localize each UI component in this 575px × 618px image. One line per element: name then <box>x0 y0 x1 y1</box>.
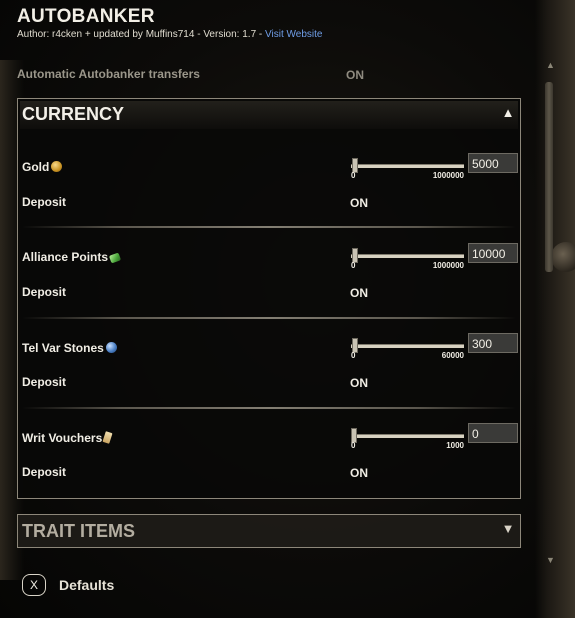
writ-vouchers-label: Writ Vouchers <box>22 431 103 445</box>
tel-var-deposit-label: Deposit <box>22 375 67 389</box>
writ-vouchers-label-row: Writ Vouchers <box>22 431 113 445</box>
gold-slider-min: 0 <box>351 171 356 180</box>
writ-vouchers-slider-max: 1000 <box>446 441 464 450</box>
gold-slider[interactable]: 0 1000000 <box>351 156 464 180</box>
trait-items-section[interactable]: TRAIT ITEMS ▼ <box>17 514 521 548</box>
alliance-points-deposit-label: Deposit <box>22 285 67 299</box>
tel-var-deposit-toggle[interactable]: ON <box>350 376 368 390</box>
addon-meta: Author: r4cken + updated by Muffins714 -… <box>17 29 322 40</box>
tel-var-slider-track[interactable] <box>351 344 464 348</box>
gold-amount-input[interactable] <box>468 153 518 173</box>
writ-vouchers-deposit-label: Deposit <box>22 465 67 479</box>
tel-var-slider[interactable]: 0 60000 <box>351 336 464 360</box>
gold-slider-max: 1000000 <box>432 171 464 180</box>
gold-slider-track[interactable] <box>351 164 464 168</box>
alliance-points-label: Alliance Points <box>22 250 109 264</box>
gold-coin-icon <box>51 161 63 172</box>
alliance-points-slider[interactable]: 0 1000000 <box>351 246 464 270</box>
writ-vouchers-slider[interactable]: 0 1000 <box>351 426 464 450</box>
alliance-points-label-row: Alliance Points <box>22 250 122 264</box>
alliance-points-slider-min: 0 <box>351 261 356 270</box>
trait-items-section-title: TRAIT ITEMS <box>22 521 135 541</box>
automatic-transfers-row[interactable]: Automatic Autobanker transfers ON <box>17 67 367 83</box>
scroll-down-arrow-icon[interactable]: ▼ <box>546 555 555 565</box>
writ-vouchers-slider-min: 0 <box>351 441 356 450</box>
section-divider <box>22 317 516 319</box>
background-texture-right <box>535 0 575 618</box>
writ-voucher-icon <box>102 431 113 444</box>
section-divider <box>22 407 516 409</box>
gold-label: Gold <box>22 160 50 174</box>
tel-var-stones-label: Tel Var Stones <box>22 341 104 355</box>
writ-vouchers-deposit-toggle[interactable]: ON <box>350 466 368 480</box>
tel-var-amount-input[interactable] <box>468 333 518 353</box>
background-orb <box>551 242 575 272</box>
tel-var-label-row: Tel Var Stones <box>22 341 117 355</box>
alliance-points-slider-max: 1000000 <box>432 261 464 270</box>
scroll-up-arrow-icon[interactable]: ▲ <box>546 60 555 70</box>
expand-down-arrow-icon[interactable]: ▼ <box>501 522 515 536</box>
visit-website-link[interactable]: Visit Website <box>265 29 322 40</box>
collapse-up-arrow-icon[interactable]: ▲ <box>501 106 515 120</box>
tel-var-stone-icon <box>105 342 117 353</box>
x-key-icon[interactable]: X <box>22 574 46 596</box>
tel-var-slider-min: 0 <box>351 351 356 360</box>
gold-label-row: Gold <box>22 160 63 174</box>
defaults-label[interactable]: Defaults <box>59 577 114 593</box>
writ-vouchers-amount-input[interactable] <box>468 423 518 443</box>
scrollbar-thumb[interactable] <box>545 82 553 272</box>
gold-deposit-toggle[interactable]: ON <box>350 196 368 210</box>
gold-deposit-label: Deposit <box>22 195 67 209</box>
automatic-transfers-toggle[interactable]: ON <box>346 68 364 82</box>
currency-section-title: CURRENCY <box>22 104 125 124</box>
addon-author-version: Author: r4cken + updated by Muffins714 -… <box>17 29 266 40</box>
section-divider <box>22 226 516 228</box>
tel-var-slider-max: 60000 <box>441 351 464 360</box>
alliance-points-slider-track[interactable] <box>351 254 464 258</box>
currency-section: CURRENCY ▲ Gold 0 1000000 Deposit ON All… <box>17 98 521 499</box>
addon-title: AUTOBANKER <box>17 6 155 27</box>
automatic-transfers-label: Automatic Autobanker transfers <box>17 67 200 81</box>
writ-vouchers-slider-track[interactable] <box>351 434 464 438</box>
alliance-points-amount-input[interactable] <box>468 243 518 263</box>
alliance-points-deposit-toggle[interactable]: ON <box>350 286 368 300</box>
alliance-points-icon <box>108 252 122 264</box>
